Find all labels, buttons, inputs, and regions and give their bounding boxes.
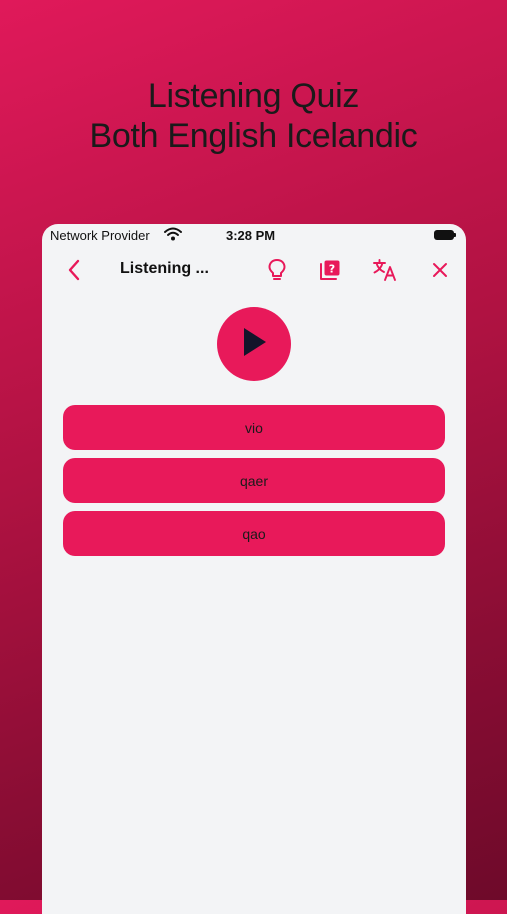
answer-option-3[interactable]: qao <box>63 511 445 556</box>
answer-option-2[interactable]: qaer <box>63 458 445 503</box>
carrier-label: Network Provider <box>50 228 150 243</box>
nav-bar: Listening ... ? <box>42 254 466 286</box>
flashcard-question-icon[interactable]: ? <box>316 256 344 284</box>
back-chevron-icon[interactable] <box>60 256 88 284</box>
svg-text:?: ? <box>329 263 335 276</box>
headline-line-1: Listening Quiz <box>147 77 360 115</box>
battery-icon <box>434 230 456 240</box>
close-icon[interactable] <box>426 256 454 284</box>
status-bar: Network Provider 3:28 PM <box>42 224 466 248</box>
page-title: Listening ... <box>120 260 209 277</box>
play-icon <box>239 325 269 363</box>
phone-screen: Network Provider 3:28 PM Listening ... ?… <box>42 224 466 914</box>
status-time: 3:28 PM <box>226 228 276 243</box>
headline-line-2: Both English Icelandic <box>89 117 418 155</box>
wifi-icon <box>164 227 182 244</box>
lightbulb-icon[interactable] <box>263 256 291 284</box>
translate-icon[interactable] <box>371 256 399 284</box>
promo-headline: Listening Quiz Both English Icelandic <box>0 76 507 156</box>
play-audio-button[interactable] <box>217 307 291 381</box>
answer-option-1[interactable]: vio <box>63 405 445 450</box>
